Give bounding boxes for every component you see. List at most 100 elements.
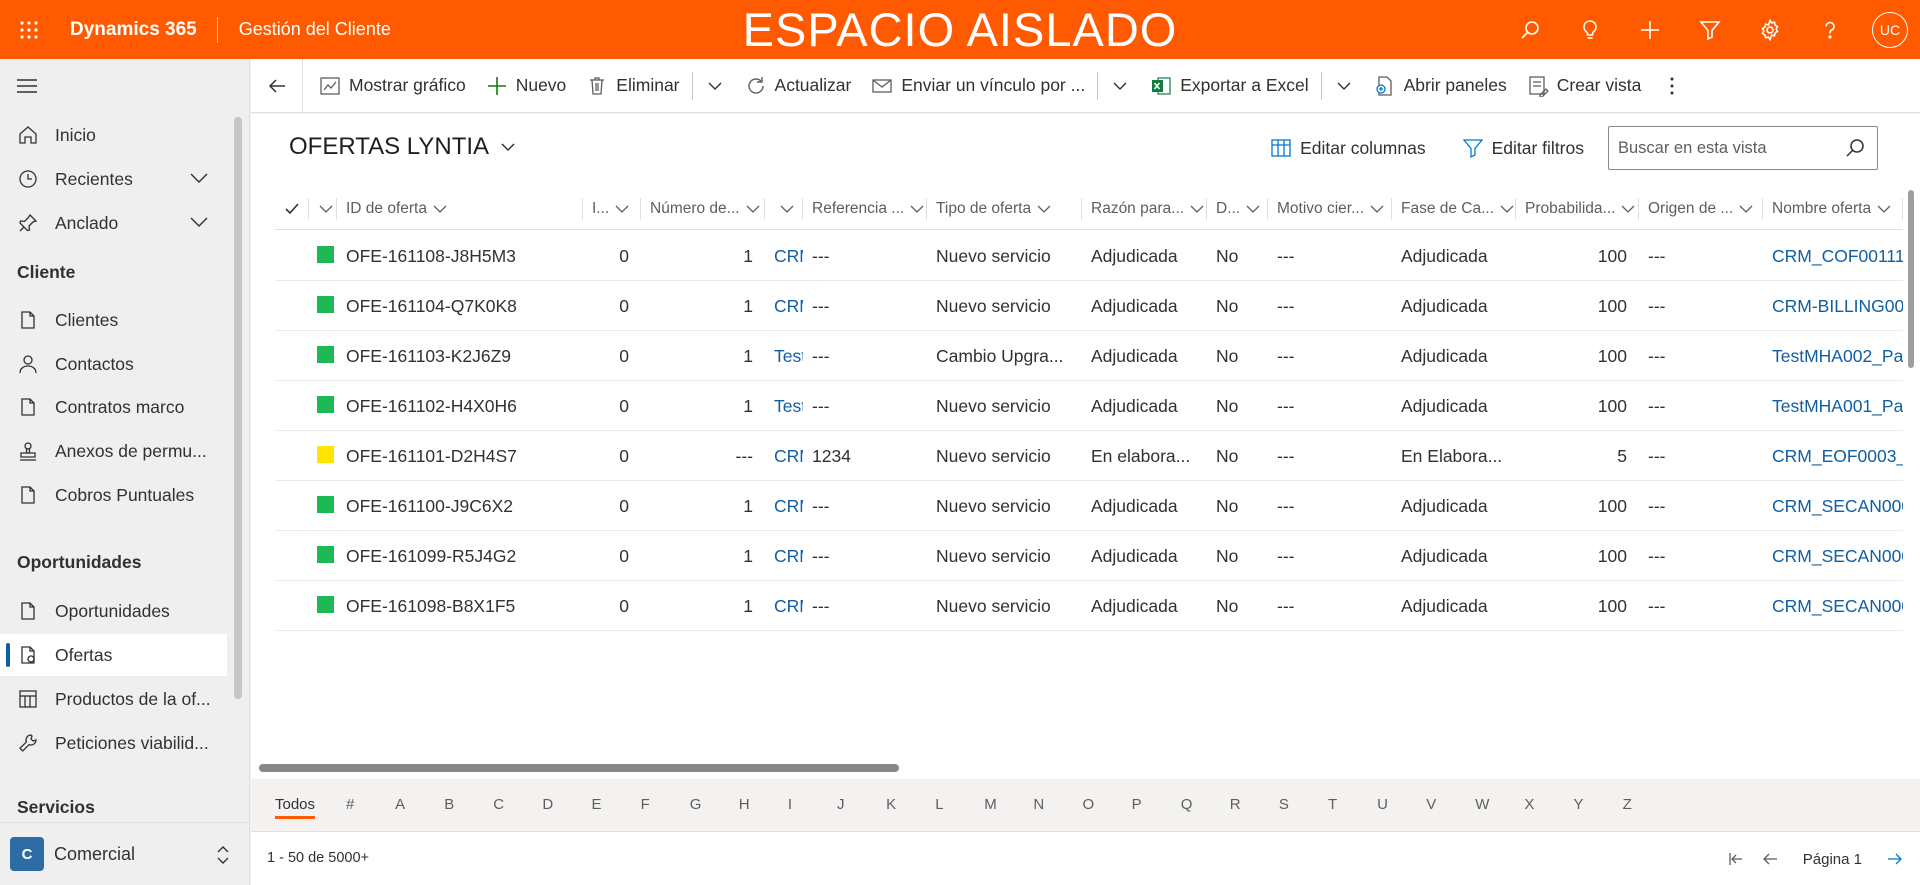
cell-id[interactable]: OFE-161099-R5J4G2 xyxy=(337,531,537,581)
create-view-button[interactable]: Crear vista xyxy=(1517,59,1652,113)
alphabet-letter[interactable]: C xyxy=(493,796,504,813)
cell-nombre[interactable]: CRM_COF00111 xyxy=(1763,231,1903,281)
column-header[interactable]: I... xyxy=(583,188,641,230)
sidebar-item-anclado[interactable]: Anclado xyxy=(0,202,227,244)
alphabet-letter[interactable]: N xyxy=(1033,796,1044,813)
column-header[interactable]: Referencia ... xyxy=(803,188,927,230)
cell-id[interactable]: OFE-161097-M2L3T0 xyxy=(337,631,537,633)
alphabet-letter[interactable]: D xyxy=(542,796,553,813)
column-header[interactable]: Motivo cier... xyxy=(1268,188,1392,230)
alphabet-letter[interactable]: Y xyxy=(1574,796,1584,813)
alphabet-letter[interactable]: X xyxy=(1524,796,1534,813)
previous-page-button[interactable] xyxy=(1753,844,1787,874)
table-row[interactable]: OFE-161100-J9C6X2 0 1 CRM --- Nuevo servicio A… xyxy=(275,481,1903,531)
brand-name[interactable]: Dynamics 365 xyxy=(58,19,217,41)
cell-nombre[interactable]: TestMHA002_Pa xyxy=(1763,331,1903,381)
cell-link[interactable]: Test xyxy=(765,331,803,381)
refresh-button[interactable]: Actualizar xyxy=(735,59,862,113)
alphabet-letter[interactable]: E xyxy=(592,796,602,813)
edit-columns-button[interactable]: Editar columnas xyxy=(1252,127,1443,169)
sidebar-item-peticiones-viabilidad[interactable]: Peticiones viabilid... xyxy=(0,722,227,764)
column-header[interactable]: Fase de Ca... xyxy=(1392,188,1516,230)
alphabet-letter[interactable]: # xyxy=(346,796,354,813)
hamburger-icon[interactable] xyxy=(16,77,38,95)
chevron-down-icon[interactable] xyxy=(189,215,209,229)
column-header[interactable]: Tipo de oferta xyxy=(927,188,1082,230)
alphabet-letter[interactable]: Z xyxy=(1623,796,1632,813)
open-panels-button[interactable]: Abrir paneles xyxy=(1364,59,1517,113)
sidebar-item-contratos-marco[interactable]: Contratos marco xyxy=(0,386,227,428)
table-row[interactable]: OFE-161097-M2L3T001CRM---Nuevo servicioA… xyxy=(275,631,1903,633)
column-header[interactable] xyxy=(765,188,803,230)
help-icon[interactable] xyxy=(1800,0,1860,59)
alphabet-letter[interactable]: T xyxy=(1328,796,1337,813)
table-row[interactable]: OFE-161104-Q7K0K8 0 1 CRM --- Nuevo servicio A… xyxy=(275,281,1903,331)
edit-filters-button[interactable]: Editar filtros xyxy=(1444,127,1602,169)
export-excel-button[interactable]: Exportar a Excel xyxy=(1140,59,1318,113)
more-commands-button[interactable] xyxy=(1651,59,1701,113)
area-switcher[interactable]: C Comercial xyxy=(0,822,250,885)
email-link-button[interactable]: Enviar un vínculo por ... xyxy=(861,59,1095,113)
view-selector[interactable]: OFERTAS LYNTIA xyxy=(289,133,517,161)
table-row[interactable]: OFE-161098-B8X1F501CRM---Nuevo servicioA… xyxy=(275,581,1903,631)
alphabet-letter[interactable]: W xyxy=(1475,796,1489,813)
new-button[interactable]: Nuevo xyxy=(476,59,577,113)
search-icon[interactable] xyxy=(1500,0,1560,59)
column-header[interactable]: Probabilida... xyxy=(1516,188,1639,230)
cell-id[interactable]: OFE-161100-J9C6X2 xyxy=(337,481,537,531)
alphabet-letter[interactable]: G xyxy=(690,796,702,813)
sidebar-item-cobros-puntuales[interactable]: Cobros Puntuales xyxy=(0,474,227,516)
table-row[interactable]: OFE-161103-K2J6Z9 0 1 Test --- Cambio Upgra..… xyxy=(275,331,1903,381)
cell-id[interactable]: OFE-161102-H4X0H6 xyxy=(337,381,537,431)
user-avatar[interactable]: UC xyxy=(1860,0,1920,59)
plus-icon[interactable] xyxy=(1620,0,1680,59)
alphabet-letter[interactable]: M xyxy=(984,796,997,813)
cell-id[interactable]: OFE-161104-Q7K0K8 xyxy=(337,281,537,331)
table-row[interactable]: OFE-161108-J8H5M3 0 1 CRM --- Nuevo servicio A… xyxy=(275,231,1903,281)
lightbulb-icon[interactable] xyxy=(1560,0,1620,59)
column-header[interactable]: Razón para... xyxy=(1082,188,1207,230)
cell-nombre[interactable]: CRM_SECAN000 xyxy=(1763,531,1903,581)
sidebar-item-contactos[interactable]: Contactos xyxy=(0,343,227,385)
column-header[interactable]: ID de oferta xyxy=(337,188,583,230)
grid-horizontal-scrollbar[interactable] xyxy=(259,764,899,772)
sidebar-item-recientes[interactable]: Recientes xyxy=(0,158,227,200)
alphabet-letter[interactable]: L xyxy=(935,796,943,813)
search-icon[interactable] xyxy=(1845,138,1865,158)
first-page-button[interactable] xyxy=(1719,844,1753,874)
alphabet-letter[interactable]: Q xyxy=(1181,796,1193,813)
email-more-dropdown[interactable] xyxy=(1100,59,1140,113)
cell-link[interactable]: CRM xyxy=(765,431,803,481)
column-header[interactable]: Nombre oferta xyxy=(1763,188,1903,230)
chevron-down-icon[interactable] xyxy=(189,171,209,185)
alphabet-letter[interactable]: B xyxy=(444,796,454,813)
cell-nombre[interactable]: CRM-BILLING00 xyxy=(1763,281,1903,331)
cell-link[interactable]: CRM xyxy=(765,531,803,581)
app-name[interactable]: Gestión del Cliente xyxy=(218,19,391,40)
select-all-checkbox[interactable] xyxy=(275,188,309,230)
column-chevron[interactable] xyxy=(309,188,337,230)
table-row[interactable]: OFE-161101-D2H4S7 0 --- CRM 1234 Nuevo servic… xyxy=(275,431,1903,481)
alphabet-letter[interactable]: U xyxy=(1377,796,1388,813)
cell-link[interactable]: CRM xyxy=(765,481,803,531)
cell-nombre[interactable]: TestMHA001_Pa xyxy=(1763,381,1903,431)
cell-nombre[interactable]: CRM_SECAN000 xyxy=(1763,581,1903,631)
sidebar-item-clientes[interactable]: Clientes xyxy=(0,299,227,341)
column-header[interactable]: Número de... xyxy=(641,188,765,230)
alphabet-letter[interactable]: V xyxy=(1426,796,1436,813)
back-button[interactable] xyxy=(251,58,303,113)
show-chart-button[interactable]: Mostrar gráfico xyxy=(309,59,476,113)
cell-nombre[interactable]: CRM_SECAN000 xyxy=(1763,481,1903,531)
cell-link[interactable]: CRM xyxy=(765,581,803,631)
cell-nombre[interactable]: CRM_SECAN000 xyxy=(1763,631,1903,633)
grid-vertical-scrollbar[interactable] xyxy=(1908,190,1914,368)
cell-nombre[interactable]: CRM_EOF0003_N xyxy=(1763,431,1903,481)
alphabet-letter[interactable]: A xyxy=(395,796,405,813)
table-row[interactable]: OFE-161102-H4X0H6 0 1 Test --- Nuevo servicio… xyxy=(275,381,1903,431)
next-page-button[interactable] xyxy=(1878,844,1912,874)
export-more-dropdown[interactable] xyxy=(1324,59,1364,113)
alphabet-letter[interactable]: H xyxy=(739,796,750,813)
delete-button[interactable]: Eliminar xyxy=(576,59,689,113)
alphabet-letter[interactable]: P xyxy=(1132,796,1142,813)
filter-icon[interactable] xyxy=(1680,0,1740,59)
